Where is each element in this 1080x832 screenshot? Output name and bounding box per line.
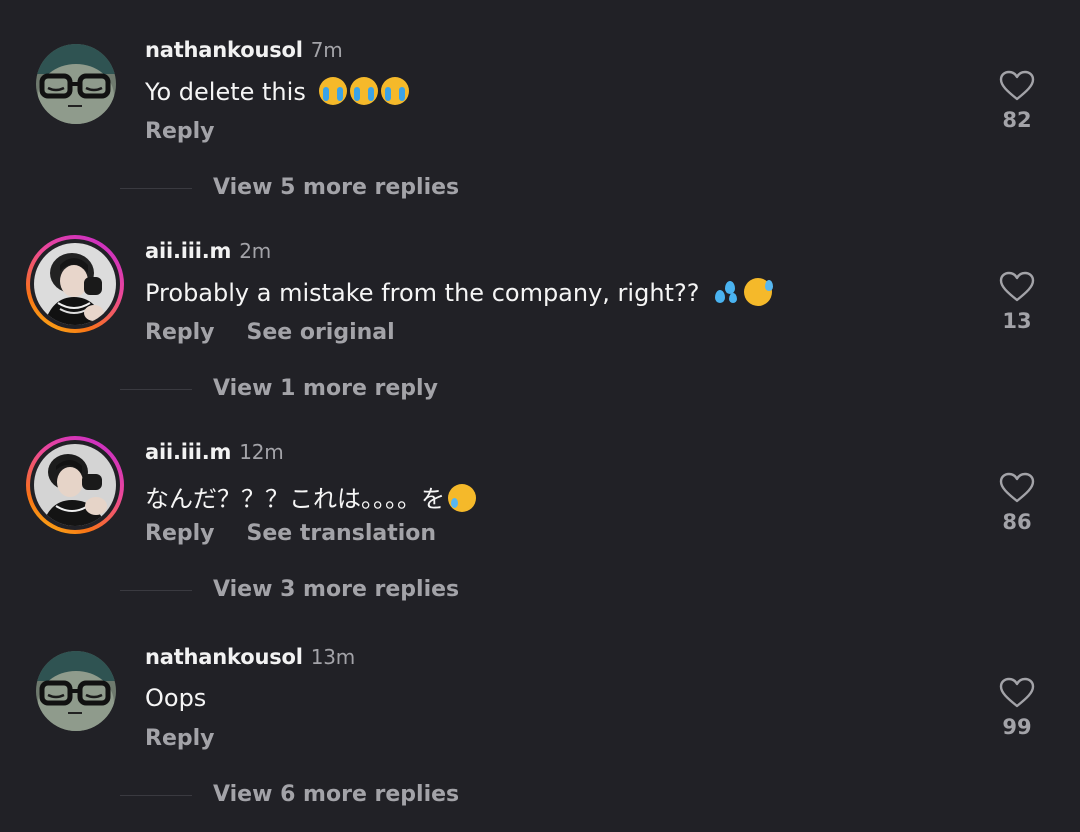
- username-text[interactable]: aii.iii.m: [145, 239, 231, 263]
- reply-button[interactable]: Reply: [145, 726, 215, 751]
- comment-actions: Reply See translation: [145, 521, 436, 546]
- heart-icon[interactable]: [999, 271, 1035, 303]
- comment-username[interactable]: nathankousol 7m: [145, 38, 343, 62]
- comment-actions: Reply: [145, 726, 215, 751]
- divider: [120, 188, 192, 189]
- username-text[interactable]: aii.iii.m: [145, 440, 231, 464]
- comment-item: aii.iii.m 2m Probably a mistake from the …: [0, 201, 1080, 401]
- like-count: 13: [1002, 309, 1032, 333]
- comment-text: Yo delete this: [145, 77, 410, 106]
- avatar-image: [36, 651, 116, 731]
- avatar-image: [34, 243, 116, 325]
- comment-body: Oops: [145, 684, 207, 712]
- avatar[interactable]: [36, 651, 116, 731]
- see-original-button[interactable]: See original: [247, 320, 395, 345]
- comment-username[interactable]: aii.iii.m 12m: [145, 440, 284, 464]
- username-text[interactable]: nathankousol: [145, 645, 303, 669]
- face-holding-back-tears-icon: [448, 484, 476, 512]
- loudly-crying-face-icon: [350, 77, 379, 105]
- like-button[interactable]: 99: [994, 677, 1040, 739]
- comment-timestamp: 2m: [239, 239, 272, 263]
- like-count: 86: [1002, 510, 1032, 534]
- comment-item: nathankousol 13m Oops Reply View 6 more r…: [0, 607, 1080, 807]
- view-replies-button[interactable]: View 3 more replies: [213, 577, 459, 602]
- comment-actions: Reply: [145, 119, 215, 144]
- avatar[interactable]: [26, 436, 124, 534]
- divider: [120, 389, 192, 390]
- avatar[interactable]: [36, 44, 116, 124]
- comment-text: なんだ？？？これは。。。。を: [145, 479, 476, 514]
- avatar-image: [36, 44, 116, 124]
- heart-icon[interactable]: [999, 472, 1035, 504]
- username-text[interactable]: nathankousol: [145, 38, 303, 62]
- comment-body: なんだ？？？これは。。。。を: [145, 485, 445, 513]
- reply-button[interactable]: Reply: [145, 521, 215, 546]
- view-replies-button[interactable]: View 6 more replies: [213, 782, 459, 807]
- comment-item: nathankousol 7m Yo delete this Reply View…: [0, 0, 1080, 200]
- like-count: 82: [1002, 108, 1032, 132]
- comment-body: Probably a mistake from the company, rig…: [145, 279, 700, 307]
- comment-timestamp: 12m: [239, 440, 284, 464]
- view-replies-button[interactable]: View 1 more reply: [213, 376, 438, 401]
- comment-username[interactable]: aii.iii.m 2m: [145, 239, 271, 263]
- loudly-crying-face-icon: [319, 77, 348, 105]
- like-button[interactable]: 86: [994, 472, 1040, 534]
- divider: [120, 590, 192, 591]
- comment-text: Probably a mistake from the company, rig…: [145, 278, 774, 307]
- like-button[interactable]: 82: [994, 70, 1040, 132]
- reply-button[interactable]: Reply: [145, 119, 215, 144]
- reply-button[interactable]: Reply: [145, 320, 215, 345]
- comment-username[interactable]: nathankousol 13m: [145, 645, 355, 669]
- avatar[interactable]: [26, 235, 124, 333]
- grinning-face-with-sweat-icon: [744, 278, 774, 306]
- sweat-droplets-icon: [713, 278, 741, 306]
- comment-timestamp: 7m: [310, 38, 343, 62]
- comment-body: Yo delete this: [145, 78, 306, 106]
- divider: [120, 795, 192, 796]
- like-count: 99: [1002, 715, 1032, 739]
- comment-item: aii.iii.m 12m なんだ？？？これは。。。。を Reply See tra…: [0, 402, 1080, 602]
- avatar-image: [34, 444, 116, 526]
- loudly-crying-face-icon: [381, 77, 410, 105]
- see-translation-button[interactable]: See translation: [247, 521, 437, 546]
- comment-timestamp: 13m: [310, 645, 356, 669]
- comment-actions: Reply See original: [145, 320, 395, 345]
- like-button[interactable]: 13: [994, 271, 1040, 333]
- comment-text: Oops: [145, 684, 206, 712]
- view-replies-button[interactable]: View 5 more replies: [213, 175, 459, 200]
- heart-icon[interactable]: [999, 70, 1035, 102]
- heart-icon[interactable]: [999, 677, 1035, 709]
